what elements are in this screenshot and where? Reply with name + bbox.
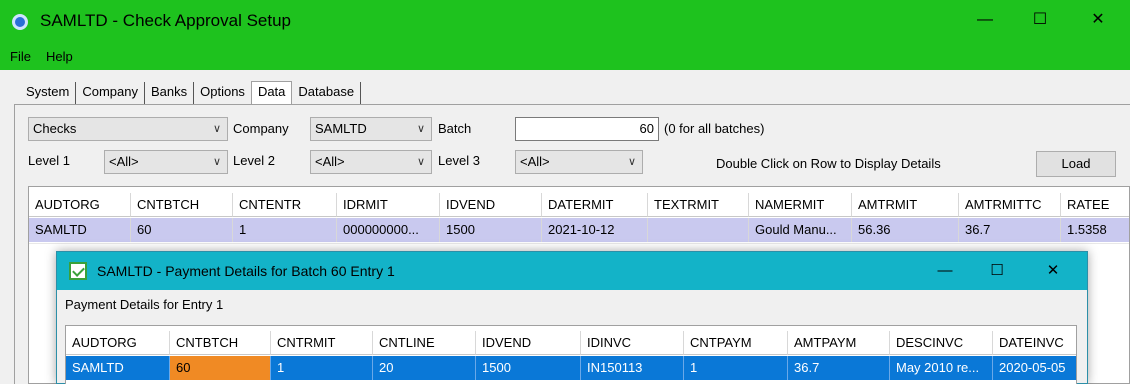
table-cell: 2020-05-05 bbox=[999, 360, 1066, 375]
tab-company[interactable]: Company bbox=[76, 82, 145, 104]
column-header[interactable]: CNTLINE bbox=[373, 331, 476, 355]
chevron-down-icon: ∨ bbox=[627, 156, 636, 168]
column-header[interactable]: DESCINVC bbox=[890, 331, 993, 355]
tab-banks[interactable]: Banks bbox=[145, 82, 195, 104]
table-cell: 20 bbox=[373, 356, 476, 380]
type-select-value: Checks bbox=[33, 121, 77, 136]
column-header[interactable]: DATEINVC bbox=[993, 331, 1076, 355]
column-header[interactable]: IDVEND bbox=[476, 331, 581, 355]
column-header[interactable]: AUDTORG bbox=[29, 193, 131, 217]
level3-label: Level 3 bbox=[438, 153, 480, 168]
table-cell: 1.5358 bbox=[1067, 222, 1107, 237]
menu-bar: File Help bbox=[0, 44, 1130, 70]
table-cell: May 2010 re... bbox=[890, 356, 993, 380]
grid-header-row: AUDTORG CNTBTCH CNTRMIT CNTLINE IDVEND I… bbox=[66, 331, 1076, 355]
table-cell: 1500 bbox=[440, 218, 542, 242]
load-button[interactable]: Load bbox=[1036, 151, 1116, 177]
details-hint: Double Click on Row to Display Details bbox=[716, 156, 941, 171]
table-cell-current[interactable]: 60 bbox=[170, 356, 271, 380]
menu-file[interactable]: File bbox=[10, 49, 31, 64]
payment-details-dialog: SAMLTD - Payment Details for Batch 60 En… bbox=[56, 251, 1088, 384]
dialog-subtitle: Payment Details for Entry 1 bbox=[65, 297, 224, 312]
company-select-value: SAMLTD bbox=[315, 121, 367, 136]
company-label: Company bbox=[233, 121, 289, 136]
column-header[interactable]: DATERMIT bbox=[542, 193, 648, 217]
grid-divider bbox=[29, 243, 1129, 244]
window-title: SAMLTD - Check Approval Setup bbox=[40, 11, 292, 30]
level1-select-value: <All> bbox=[109, 154, 139, 169]
column-header[interactable]: CNTPAYM bbox=[684, 331, 788, 355]
tab-data[interactable]: Data bbox=[250, 81, 293, 105]
level2-select-value: <All> bbox=[315, 154, 345, 169]
dialog-minimize-button[interactable]: — bbox=[927, 258, 963, 284]
table-cell: 36.7 bbox=[788, 356, 890, 380]
column-header[interactable]: IDVEND bbox=[440, 193, 542, 217]
table-cell: SAMLTD bbox=[66, 356, 170, 380]
column-header[interactable]: IDINVC bbox=[581, 331, 684, 355]
app-icon bbox=[12, 14, 28, 30]
close-button[interactable]: ✕ bbox=[1078, 6, 1118, 34]
table-row[interactable]: SAMLTD 60 1 20 1500 IN150113 1 36.7 May … bbox=[66, 356, 1076, 380]
column-header[interactable]: AMTRMIT bbox=[852, 193, 959, 217]
dialog-maximize-button[interactable]: ☐ bbox=[979, 258, 1015, 284]
column-header[interactable]: AUDTORG bbox=[66, 331, 170, 355]
company-select[interactable]: SAMLTD ∨ bbox=[310, 117, 432, 141]
dialog-title-bar: SAMLTD - Payment Details for Batch 60 En… bbox=[57, 252, 1087, 290]
table-cell: Gould Manu... bbox=[749, 218, 852, 242]
type-select[interactable]: Checks ∨ bbox=[28, 117, 228, 141]
table-cell: 56.36 bbox=[852, 218, 959, 242]
column-header[interactable]: CNTRMIT bbox=[271, 331, 373, 355]
batch-hint: (0 for all batches) bbox=[664, 121, 765, 136]
column-header[interactable]: CNTBTCH bbox=[170, 331, 271, 355]
column-header[interactable]: AMTRMITTC bbox=[959, 193, 1061, 217]
column-header[interactable]: NAMERMIT bbox=[749, 193, 852, 217]
level3-select-value: <All> bbox=[520, 154, 550, 169]
table-cell: 1500 bbox=[476, 356, 581, 380]
level2-select[interactable]: <All> ∨ bbox=[310, 150, 432, 174]
title-bar: SAMLTD - Check Approval Setup — ☐ ✕ bbox=[0, 0, 1130, 44]
column-header[interactable]: IDRMIT bbox=[337, 193, 440, 217]
tab-options[interactable]: Options bbox=[194, 82, 251, 104]
table-cell: IN150113 bbox=[581, 356, 684, 380]
check-icon bbox=[69, 262, 87, 280]
level1-label: Level 1 bbox=[28, 153, 70, 168]
batch-input[interactable]: 60 bbox=[515, 117, 659, 141]
table-cell: 2021-10-12 bbox=[542, 218, 648, 242]
main-window: SAMLTD - Check Approval Setup — ☐ ✕ File… bbox=[0, 0, 1130, 384]
column-header[interactable]: CNTBTCH bbox=[131, 193, 233, 217]
table-cell: 60 bbox=[131, 218, 233, 242]
level2-label: Level 2 bbox=[233, 153, 275, 168]
table-cell: 1 bbox=[233, 218, 337, 242]
column-header[interactable]: CNTENTR bbox=[233, 193, 337, 217]
dialog-title: SAMLTD - Payment Details for Batch 60 En… bbox=[97, 263, 395, 279]
grid-header-row: AUDTORG CNTBTCH CNTENTR IDRMIT IDVEND DA… bbox=[29, 193, 1129, 217]
table-cell: 1 bbox=[271, 356, 373, 380]
chevron-down-icon: ∨ bbox=[212, 123, 221, 135]
maximize-button[interactable]: ☐ bbox=[1020, 6, 1060, 34]
table-cell: 1 bbox=[684, 356, 788, 380]
table-cell bbox=[648, 218, 749, 242]
chevron-down-icon: ∨ bbox=[416, 156, 425, 168]
table-cell: 36.7 bbox=[959, 218, 1061, 242]
table-row[interactable]: SAMLTD 60 1 000000000... 1500 2021-10-12… bbox=[29, 218, 1129, 242]
chevron-down-icon: ∨ bbox=[416, 123, 425, 135]
table-cell: 000000000... bbox=[337, 218, 440, 242]
table-cell: SAMLTD bbox=[29, 218, 131, 242]
tab-strip: System Company Banks Options Data Database bbox=[20, 81, 362, 105]
dialog-close-button[interactable]: ✕ bbox=[1035, 258, 1071, 284]
level1-select[interactable]: <All> ∨ bbox=[104, 150, 228, 174]
minimize-button[interactable]: — bbox=[965, 6, 1005, 34]
chevron-down-icon: ∨ bbox=[212, 156, 221, 168]
column-header[interactable]: TEXTRMIT bbox=[648, 193, 749, 217]
batch-label: Batch bbox=[438, 121, 472, 136]
tab-system[interactable]: System bbox=[20, 82, 77, 104]
payment-details-grid[interactable]: AUDTORG CNTBTCH CNTRMIT CNTLINE IDVEND I… bbox=[65, 325, 1077, 384]
column-header[interactable]: RATEE bbox=[1061, 193, 1129, 217]
tab-database[interactable]: Database bbox=[292, 82, 362, 104]
column-header[interactable]: AMTPAYM bbox=[788, 331, 890, 355]
menu-help[interactable]: Help bbox=[46, 49, 73, 64]
level3-select[interactable]: <All> ∨ bbox=[515, 150, 643, 174]
